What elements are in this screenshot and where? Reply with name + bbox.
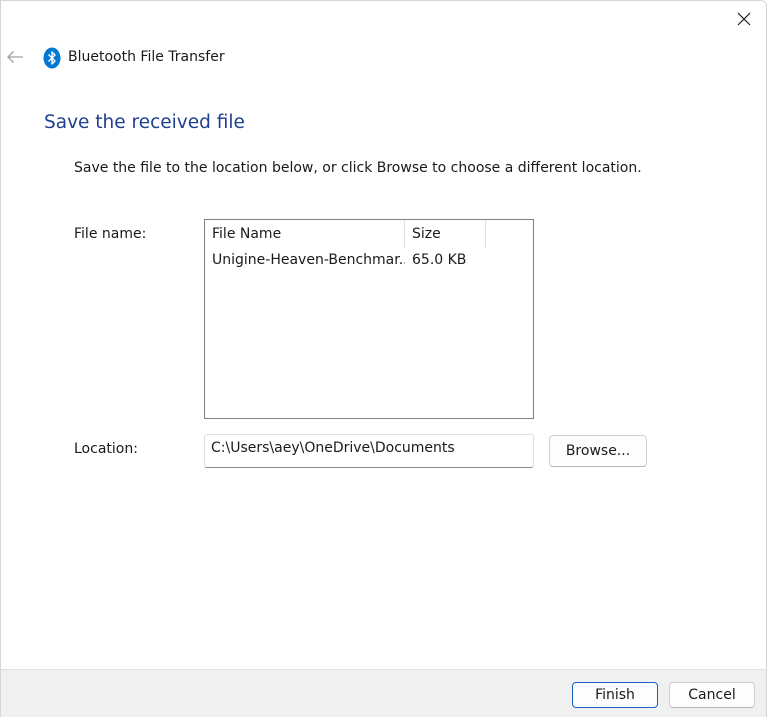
bluetooth-icon	[43, 47, 61, 69]
window-title: Bluetooth File Transfer	[68, 49, 225, 65]
back-button[interactable]	[3, 45, 27, 69]
dialog-footer: Finish Cancel	[1, 669, 766, 717]
file-size-cell: 65.0 KB	[412, 252, 467, 268]
arrow-left-icon	[7, 51, 23, 63]
file-name-cell: Unigine-Heaven-Benchmar...	[212, 252, 405, 268]
finish-button[interactable]: Finish	[572, 682, 658, 708]
instructions-text: Save the file to the location below, or …	[74, 160, 642, 176]
bluetooth-file-transfer-window: Bluetooth File Transfer Save the receive…	[0, 0, 767, 717]
column-header-size[interactable]: Size	[405, 220, 486, 248]
close-icon	[737, 12, 751, 26]
page-title: Save the received file	[44, 112, 245, 133]
file-list[interactable]: File Name Size Unigine-Heaven-Benchmar..…	[204, 219, 534, 419]
file-name-label: File name:	[74, 226, 147, 242]
browse-button[interactable]: Browse...	[549, 435, 647, 467]
cancel-button[interactable]: Cancel	[669, 682, 755, 708]
close-button[interactable]	[724, 3, 764, 35]
file-list-row[interactable]: Unigine-Heaven-Benchmar... 65.0 KB	[205, 248, 533, 272]
column-header-file-name[interactable]: File Name	[205, 220, 405, 248]
location-label: Location:	[74, 441, 138, 457]
file-list-header: File Name Size	[205, 220, 533, 248]
location-input[interactable]	[204, 434, 534, 468]
